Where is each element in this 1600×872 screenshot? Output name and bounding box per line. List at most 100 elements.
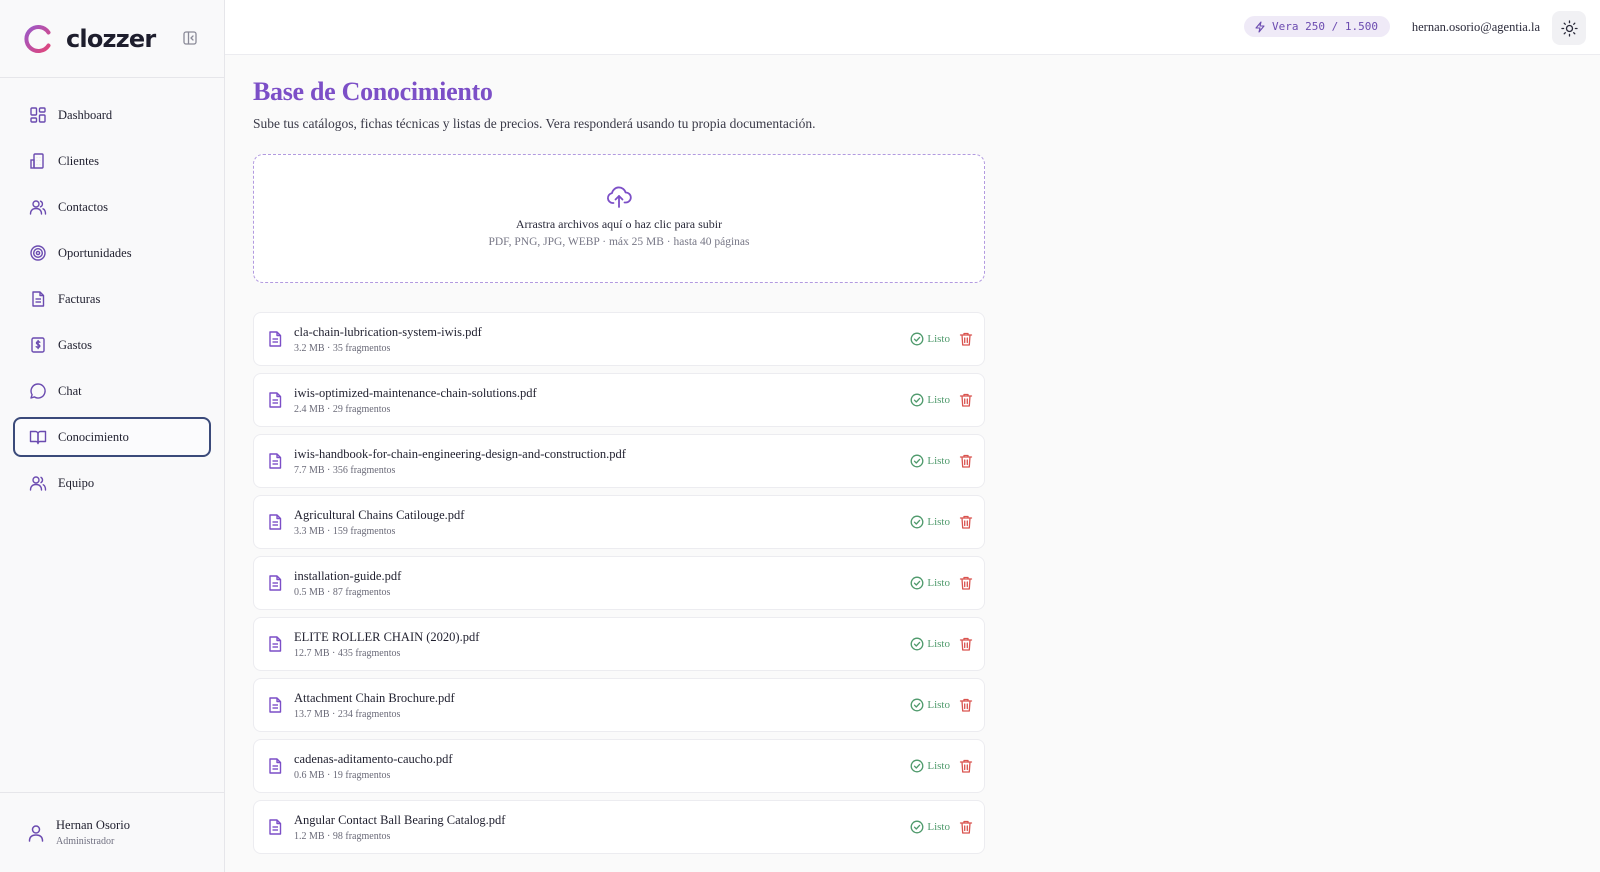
topbar: Vera 250 / 1.500 hernan.osorio@agentia.l… (225, 0, 1600, 55)
brand-header: clozzer (0, 0, 224, 78)
file-row[interactable]: cla-chain-lubrication-system-iwis.pdf 3.… (253, 312, 985, 366)
sidebar-item-label: Equipo (58, 475, 95, 490)
sidebar-item-gastos[interactable]: Gastos (13, 325, 211, 365)
sidebar-item-label: Contactos (58, 199, 108, 214)
file-row[interactable]: cadenas-aditamento-caucho.pdf 0.6 MB · 1… (253, 739, 985, 793)
file-document-icon (269, 819, 282, 835)
sidebar-item-chat[interactable]: Chat (13, 371, 211, 411)
sidebar-nav: Dashboard Clientes Contactos Oportunidad… (0, 78, 224, 503)
trash-icon[interactable] (958, 697, 974, 713)
file-document-icon (269, 453, 282, 469)
sidebar-item-clientes[interactable]: Clientes (13, 141, 211, 181)
users-icon (29, 200, 47, 215)
file-status-label: Listo (927, 394, 950, 406)
check-circle-icon (910, 759, 924, 773)
check-circle-icon (910, 332, 924, 346)
file-status: Listo (910, 698, 950, 712)
building-icon (30, 153, 44, 169)
theme-toggle-button[interactable] (1552, 11, 1586, 45)
file-status-label: Listo (927, 516, 950, 528)
file-meta: 12.7 MB · 435 fragmentos (294, 647, 401, 659)
file-document-icon (269, 636, 282, 652)
file-row[interactable]: Angular Contact Ball Bearing Catalog.pdf… (253, 800, 985, 854)
sidebar: clozzer Dashboard Clientes Contactos Opo… (0, 0, 225, 872)
trash-icon[interactable] (958, 575, 974, 591)
file-name: iwis-optimized-maintenance-chain-solutio… (294, 385, 537, 400)
file-document-icon (269, 697, 282, 713)
trash-icon[interactable] (958, 819, 974, 835)
clozzer-logo-icon[interactable] (24, 24, 54, 54)
sun-icon (1560, 19, 1578, 37)
user-email: hernan.osorio@agentia.la (1411, 20, 1540, 34)
trash-icon[interactable] (958, 636, 974, 652)
file-list: cla-chain-lubrication-system-iwis.pdf 3.… (253, 312, 985, 854)
file-meta: 7.7 MB · 356 fragmentos (294, 464, 396, 476)
sidebar-item-label: Oportunidades (58, 245, 132, 260)
file-meta: 3.3 MB · 159 fragmentos (294, 525, 396, 537)
file-meta: 1.2 MB · 98 fragmentos (294, 830, 391, 842)
trash-icon[interactable] (958, 392, 974, 408)
sidebar-item-oportunidades[interactable]: Oportunidades (13, 233, 211, 273)
file-document-icon (269, 331, 282, 347)
brand-name: clozzer (66, 24, 156, 53)
receipt-icon (31, 337, 45, 353)
sidebar-item-label: Dashboard (58, 107, 113, 122)
main-content: Base de Conocimiento Sube tus catálogos,… (253, 55, 985, 861)
file-status: Listo (910, 515, 950, 529)
upload-dropzone[interactable]: Arrastra archivos aquí o haz clic para s… (253, 154, 985, 283)
user-profile[interactable]: Hernan Osorio Administrador (0, 792, 224, 872)
file-document-icon (269, 392, 282, 408)
file-row[interactable]: iwis-optimized-maintenance-chain-solutio… (253, 373, 985, 427)
file-name: cla-chain-lubrication-system-iwis.pdf (294, 324, 482, 339)
trash-icon[interactable] (958, 514, 974, 530)
cloud-upload-icon (607, 186, 632, 208)
trash-icon[interactable] (958, 453, 974, 469)
sidebar-item-equipo[interactable]: Equipo (13, 463, 211, 503)
check-circle-icon (910, 637, 924, 651)
page-title: Base de Conocimiento (253, 77, 493, 106)
file-status-label: Listo (927, 699, 950, 711)
sidebar-item-contactos[interactable]: Contactos (13, 187, 211, 227)
trash-icon[interactable] (958, 331, 974, 347)
sidebar-item-dashboard[interactable]: Dashboard (13, 95, 211, 135)
vera-usage-label: Vera 250 / 1.500 (1272, 20, 1378, 33)
grid-icon (30, 107, 46, 123)
file-row[interactable]: installation-guide.pdf 0.5 MB · 87 fragm… (253, 556, 985, 610)
file-name: installation-guide.pdf (294, 568, 402, 583)
check-circle-icon (910, 515, 924, 529)
book-icon (29, 430, 47, 445)
file-row[interactable]: iwis-handbook-for-chain-engineering-desi… (253, 434, 985, 488)
trash-icon[interactable] (958, 758, 974, 774)
user-name: Hernan Osorio (56, 818, 130, 832)
file-status-label: Listo (927, 760, 950, 772)
file-name: ELITE ROLLER CHAIN (2020).pdf (294, 629, 480, 644)
sidebar-item-label: Gastos (58, 337, 93, 352)
file-name: iwis-handbook-for-chain-engineering-desi… (294, 446, 626, 461)
file-status: Listo (910, 637, 950, 651)
file-status: Listo (910, 393, 950, 407)
sidebar-item-facturas[interactable]: Facturas (13, 279, 211, 319)
target-icon (30, 245, 46, 261)
file-row[interactable]: Attachment Chain Brochure.pdf 13.7 MB · … (253, 678, 985, 732)
dropzone-instructions: Arrastra archivos aquí o haz clic para s… (515, 217, 723, 231)
file-meta: 2.4 MB · 29 fragmentos (294, 403, 391, 415)
file-status-label: Listo (927, 455, 950, 467)
file-name: cadenas-aditamento-caucho.pdf (294, 751, 453, 766)
team-icon (29, 476, 47, 491)
file-status-label: Listo (927, 333, 950, 345)
file-status: Listo (910, 576, 950, 590)
check-circle-icon (910, 393, 924, 407)
document-icon (32, 291, 45, 307)
check-circle-icon (910, 820, 924, 834)
sidebar-item-conocimiento[interactable]: Conocimiento (13, 417, 211, 457)
file-meta: 13.7 MB · 234 fragmentos (294, 708, 401, 720)
file-row[interactable]: Agricultural Chains Catilouge.pdf 3.3 MB… (253, 495, 985, 549)
collapse-sidebar-icon[interactable] (182, 30, 198, 46)
chat-bubble-icon (30, 383, 46, 399)
file-meta: 0.5 MB · 87 fragmentos (294, 586, 391, 598)
file-name: Angular Contact Ball Bearing Catalog.pdf (294, 812, 506, 827)
sidebar-item-label: Chat (58, 383, 82, 398)
file-document-icon (269, 514, 282, 530)
file-status: Listo (910, 820, 950, 834)
file-row[interactable]: ELITE ROLLER CHAIN (2020).pdf 12.7 MB · … (253, 617, 985, 671)
